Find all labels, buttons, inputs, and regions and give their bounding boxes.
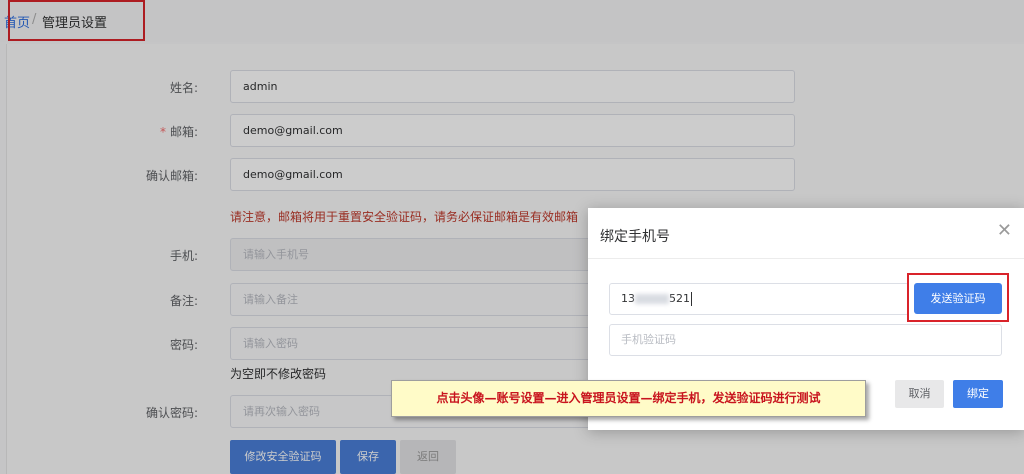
text-caret <box>691 292 692 306</box>
dialog-divider <box>588 258 1024 259</box>
phone-prefix: 13 <box>621 292 635 305</box>
masked-digits <box>635 294 669 304</box>
close-icon[interactable]: ✕ <box>997 220 1012 241</box>
cancel-button[interactable]: 取消 <box>895 380 944 408</box>
sms-code-input[interactable]: 手机验证码 <box>609 324 1002 356</box>
send-code-highlight-box <box>907 273 1009 322</box>
phone-suffix: 521 <box>669 292 690 305</box>
bind-button[interactable]: 绑定 <box>953 380 1003 408</box>
dialog-title: 绑定手机号 <box>600 229 670 245</box>
dialog-phone-input[interactable]: 13 521 <box>609 283 909 315</box>
instruction-callout: 点击头像—账号设置—进入管理员设置—绑定手机，发送验证码进行测试 <box>391 380 866 417</box>
